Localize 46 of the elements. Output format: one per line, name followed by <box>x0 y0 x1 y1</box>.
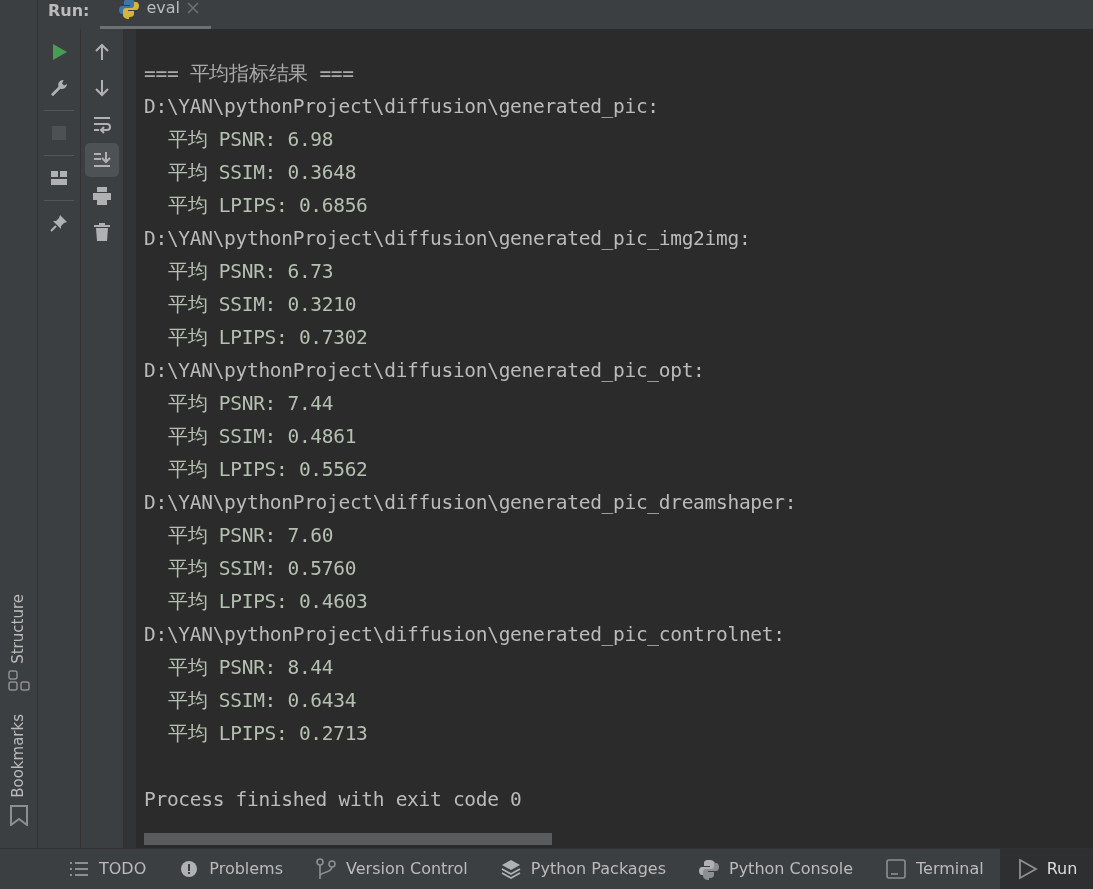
tool-window-tab[interactable]: Run <box>999 849 1093 889</box>
metric-line: 平均 LPIPS: 0.2713 <box>167 721 369 747</box>
metric-line: 平均 PSNR: 6.73 <box>167 259 335 285</box>
side-tab[interactable]: Bookmarks <box>7 714 30 826</box>
close-icon <box>187 2 200 14</box>
scroll-to-end-button[interactable] <box>85 143 119 177</box>
metric-line: 平均 LPIPS: 0.7302 <box>167 325 369 351</box>
metric-line: 平均 SSIM: 0.4861 <box>167 424 358 450</box>
layers-icon <box>499 858 522 880</box>
metric-line: 平均 LPIPS: 0.4603 <box>167 589 369 615</box>
tool-window-tab[interactable]: Python Console <box>682 849 870 889</box>
tool-window-tab[interactable]: Python Packages <box>483 849 682 889</box>
header-line: === 平均指标结果 === <box>144 61 355 87</box>
metric-line: 平均 SSIM: 0.6434 <box>167 688 358 714</box>
metric-line: 平均 LPIPS: 0.6856 <box>167 193 369 219</box>
path-line: D:\YAN\pythonProject\diffusion\generated_pic: <box>144 94 660 120</box>
scrollbar[interactable] <box>144 833 552 845</box>
tool-window-tab[interactable]: TODO <box>52 849 163 889</box>
metric-line: 平均 SSIM: 0.5760 <box>167 556 358 582</box>
terminal-icon <box>885 858 908 880</box>
bookmark-icon <box>7 804 30 826</box>
tool-window-tab[interactable]: Version Control <box>299 849 484 889</box>
branch-icon <box>315 858 338 880</box>
metric-line: 平均 PSNR: 7.60 <box>167 523 335 549</box>
wrench-icon <box>48 77 70 99</box>
panel-label: Run: <box>48 0 90 22</box>
metric-line: 平均 LPIPS: 0.5562 <box>167 457 369 483</box>
python-icon <box>698 858 720 880</box>
metric-line: 平均 SSIM: 0.3210 <box>167 292 358 318</box>
structure-icon <box>7 670 30 693</box>
metric-line: 平均 PSNR: 8.44 <box>167 655 335 681</box>
tool-window-tab[interactable]: Terminal <box>869 849 1000 889</box>
pin-icon <box>48 212 70 234</box>
trash-icon <box>91 221 113 243</box>
path-line: D:\YAN\pythonProject\diffusion\generated_pic_controlnet: <box>144 622 786 648</box>
path-line: D:\YAN\pythonProject\diffusion\generated_pic_dreamshaper: <box>144 490 798 516</box>
side-tab[interactable]: Structure <box>7 594 30 693</box>
metric-line: 平均 PSNR: 7.44 <box>167 391 335 417</box>
path-line: D:\YAN\pythonProject\diffusion\generated_pic_opt: <box>144 358 706 384</box>
tool-window-tab[interactable]: Problems <box>162 849 300 889</box>
python-icon <box>117 0 140 19</box>
printer-icon <box>91 185 113 207</box>
path-line: D:\YAN\pythonProject\diffusion\generated_pic_img2img: <box>144 226 752 252</box>
metric-line: 平均 PSNR: 6.98 <box>167 127 335 153</box>
metric-line: 平均 SSIM: 0.3648 <box>167 160 358 186</box>
exit-line: Process finished with exit code 0 <box>144 787 523 813</box>
